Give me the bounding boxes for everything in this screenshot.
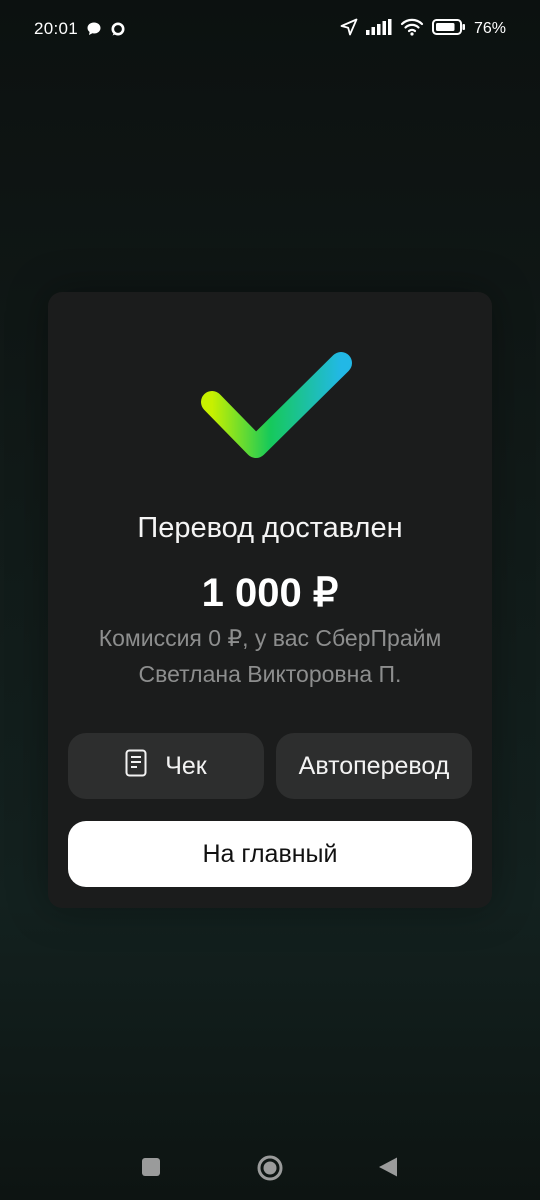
battery-percent: 76% (473, 20, 506, 37)
autotransfer-button-label: Автоперевод (298, 751, 450, 780)
message-ring-icon (110, 21, 126, 42)
signal-icon (365, 18, 392, 40)
system-navbar (0, 1140, 540, 1200)
location-arrow-icon (340, 18, 358, 41)
chat-bubble-icon (86, 21, 102, 42)
home-circle-icon[interactable] (256, 1154, 284, 1182)
document-icon (125, 749, 147, 784)
receipt-button-label: Чек (165, 751, 207, 780)
dialog-title: Перевод доставлен (137, 512, 403, 544)
battery-icon (431, 18, 466, 40)
status-bar: 20:01 76% (0, 0, 540, 60)
recipient-name: Светлана Викторовна П. (138, 661, 402, 687)
receipt-button[interactable]: Чек (68, 733, 264, 799)
home-button[interactable]: На главный (68, 821, 472, 887)
wifi-icon (400, 18, 424, 41)
commission-text: Комиссия 0 ₽, у вас СберПрайм (98, 625, 442, 651)
autotransfer-button[interactable]: Автоперевод (276, 733, 472, 799)
transfer-success-dialog: Перевод доставлен 1 000 ₽ Комиссия 0 ₽, … (48, 292, 492, 908)
back-triangle-icon[interactable] (377, 1156, 399, 1178)
transfer-amount: 1 000 ₽ (201, 571, 339, 615)
status-right-group: 76% (340, 18, 506, 40)
status-time: 20:01 (34, 19, 79, 38)
recents-square-icon[interactable] (142, 1158, 160, 1176)
home-button-label: На главный (202, 839, 338, 868)
success-check-icon (201, 352, 352, 458)
